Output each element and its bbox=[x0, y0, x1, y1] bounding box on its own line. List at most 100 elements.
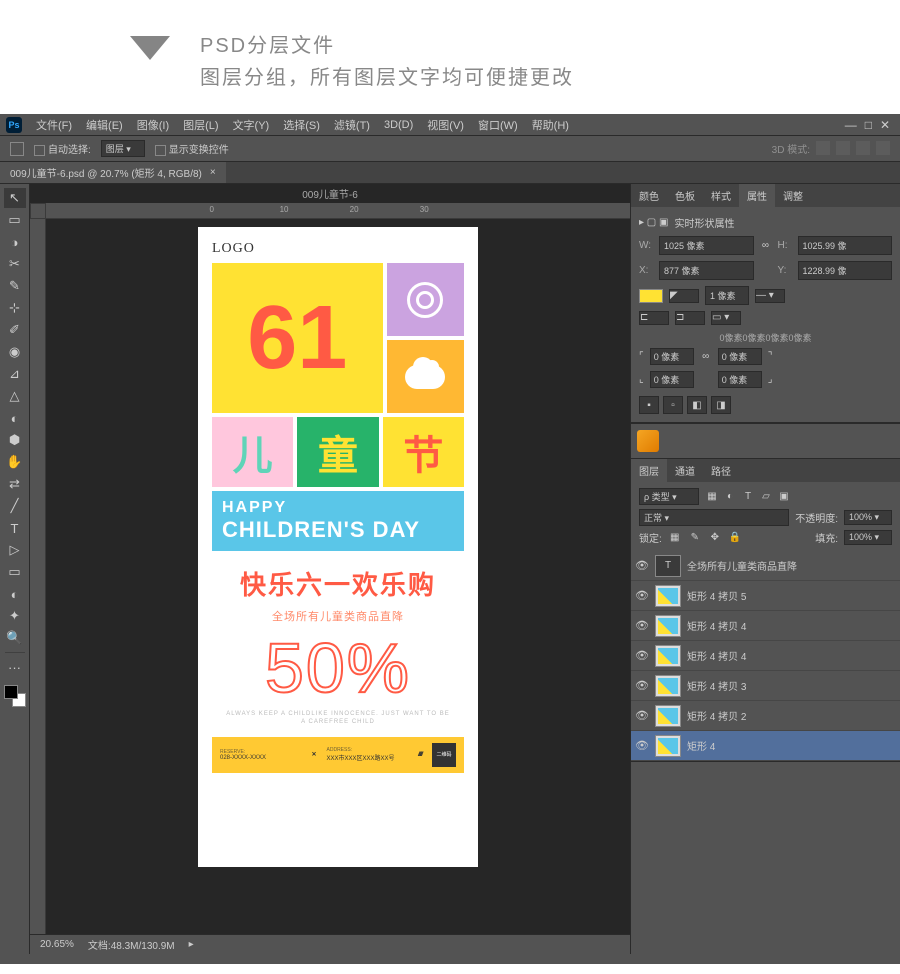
crop-tool[interactable]: ✎ bbox=[4, 276, 26, 296]
minimize-button[interactable]: — bbox=[845, 118, 857, 132]
color-swatches[interactable] bbox=[4, 685, 26, 707]
lock-all-icon[interactable]: 🔒 bbox=[728, 531, 742, 545]
show-transform-checkbox[interactable] bbox=[155, 145, 166, 156]
marquee-tool[interactable]: ▭ bbox=[4, 210, 26, 230]
auto-select-checkbox[interactable] bbox=[34, 145, 45, 156]
cap-type[interactable]: ⊏ bbox=[639, 311, 669, 325]
canvas-viewport[interactable]: LOGO 61 儿 童 bbox=[46, 219, 630, 934]
radius-bl[interactable]: 0 像素 bbox=[650, 371, 694, 388]
quick-select-tool[interactable]: ✂ bbox=[4, 254, 26, 274]
visibility-toggle[interactable]: 👁 bbox=[635, 739, 649, 752]
lasso-tool[interactable]: ◑ bbox=[4, 232, 26, 252]
radius-br[interactable]: 0 像素 bbox=[718, 371, 762, 388]
lock-pixels-icon[interactable]: ✎ bbox=[688, 531, 702, 545]
zoom-level[interactable]: 20.65% bbox=[40, 939, 74, 950]
hand-tool[interactable]: ◐ bbox=[4, 584, 26, 604]
brush-tool[interactable]: ◉ bbox=[4, 342, 26, 362]
path-select-tool[interactable]: ▷ bbox=[4, 540, 26, 560]
filter-smart-icon[interactable]: ▣ bbox=[777, 490, 791, 504]
lock-transparency-icon[interactable]: ▦ bbox=[668, 531, 682, 545]
close-tab-icon[interactable]: × bbox=[210, 167, 216, 178]
radius-tl[interactable]: 0 像素 bbox=[650, 348, 694, 365]
visibility-toggle[interactable]: 👁 bbox=[635, 649, 649, 662]
filter-pixel-icon[interactable]: ▦ bbox=[705, 490, 719, 504]
gradient-tool[interactable]: ⬢ bbox=[4, 430, 26, 450]
fg-color-swatch[interactable] bbox=[4, 685, 18, 699]
move-tool[interactable]: ↖ bbox=[4, 188, 26, 208]
filter-shape-icon[interactable]: ▱ bbox=[759, 490, 773, 504]
stroke-style-dd[interactable]: — ▾ bbox=[755, 289, 785, 303]
menu-edit[interactable]: 编辑(E) bbox=[80, 115, 129, 135]
layer-row[interactable]: 👁 矩形 4 拷贝 5 bbox=[631, 581, 900, 611]
poster-artwork[interactable]: LOGO 61 儿 童 bbox=[198, 227, 478, 867]
menu-image[interactable]: 图像(I) bbox=[131, 115, 175, 135]
menu-type[interactable]: 文字(Y) bbox=[227, 115, 276, 135]
align-icon[interactable] bbox=[856, 141, 870, 155]
menu-select[interactable]: 选择(S) bbox=[277, 115, 326, 135]
tab-paths[interactable]: 路径 bbox=[703, 459, 739, 482]
visibility-toggle[interactable]: 👁 bbox=[635, 559, 649, 572]
eraser-tool[interactable]: ◐ bbox=[4, 408, 26, 428]
stroke-color-chip[interactable]: ◤ bbox=[669, 289, 699, 303]
ruler-top[interactable]: 0 10 20 30 bbox=[46, 203, 630, 219]
path-op-4[interactable]: ◨ bbox=[711, 396, 731, 414]
align-icon[interactable] bbox=[816, 141, 830, 155]
status-arrow-icon[interactable]: ▸ bbox=[189, 939, 194, 950]
tab-color[interactable]: 颜色 bbox=[631, 184, 667, 207]
pen-tool[interactable]: ╱ bbox=[4, 496, 26, 516]
layer-row[interactable]: 👁 矩形 4 拷贝 4 bbox=[631, 611, 900, 641]
document-tab[interactable]: 009儿童节-6.psd @ 20.7% (矩形 4, RGB/8) × bbox=[0, 162, 226, 183]
path-op-2[interactable]: ▫ bbox=[663, 396, 683, 414]
opacity-field[interactable]: 100% ▾ bbox=[844, 510, 892, 525]
doc-size[interactable]: 文档:48.3M/130.9M bbox=[88, 937, 175, 952]
menu-help[interactable]: 帮助(H) bbox=[526, 115, 575, 135]
tab-styles[interactable]: 样式 bbox=[703, 184, 739, 207]
path-op-1[interactable]: ▪ bbox=[639, 396, 659, 414]
layer-row[interactable]: 👁 矩形 4 拷贝 4 bbox=[631, 641, 900, 671]
filter-type-icon[interactable]: T bbox=[741, 490, 755, 504]
filter-adj-icon[interactable]: ◐ bbox=[723, 490, 737, 504]
ruler-left[interactable] bbox=[30, 219, 46, 934]
tab-layers[interactable]: 图层 bbox=[631, 459, 667, 482]
maximize-button[interactable]: □ bbox=[865, 118, 872, 132]
corner-type[interactable]: ⊐ bbox=[675, 311, 705, 325]
path-op-3[interactable]: ◧ bbox=[687, 396, 707, 414]
menu-filter[interactable]: 滤镜(T) bbox=[328, 115, 376, 135]
menu-window[interactable]: 窗口(W) bbox=[472, 115, 524, 135]
move-tool-preset[interactable] bbox=[10, 142, 24, 156]
edit-toolbar-button[interactable]: ··· bbox=[4, 657, 26, 677]
layer-row[interactable]: 👁 T 全场所有儿童类商品直降 bbox=[631, 551, 900, 581]
stamp-tool[interactable]: ⊿ bbox=[4, 364, 26, 384]
zoom-tool[interactable]: 🔍 bbox=[4, 628, 26, 648]
blend-mode-dd[interactable]: 正常 ▾ bbox=[639, 509, 789, 526]
tab-channels[interactable]: 通道 bbox=[667, 459, 703, 482]
y-field[interactable]: 1228.99 像 bbox=[798, 261, 893, 280]
visibility-toggle[interactable]: 👁 bbox=[635, 619, 649, 632]
close-button[interactable]: ✕ bbox=[880, 118, 890, 132]
visibility-toggle[interactable]: 👁 bbox=[635, 679, 649, 692]
menu-view[interactable]: 视图(V) bbox=[421, 115, 470, 135]
tab-swatches[interactable]: 色板 bbox=[667, 184, 703, 207]
menu-file[interactable]: 文件(F) bbox=[30, 115, 78, 135]
dodge-tool[interactable]: ⇄ bbox=[4, 474, 26, 494]
healing-tool[interactable]: ✐ bbox=[4, 320, 26, 340]
rotate-view-tool[interactable]: ✦ bbox=[4, 606, 26, 626]
eyedropper-tool[interactable]: ⊹ bbox=[4, 298, 26, 318]
fill-color-chip[interactable] bbox=[639, 289, 663, 303]
link-wh-icon[interactable]: ∞ bbox=[760, 240, 772, 251]
fill-field[interactable]: 100% ▾ bbox=[844, 530, 892, 545]
layer-row[interactable]: 👁 矩形 4 拷贝 3 bbox=[631, 671, 900, 701]
align-type[interactable]: ▭ ▾ bbox=[711, 311, 741, 325]
align-icon[interactable] bbox=[836, 141, 850, 155]
tab-adjustments[interactable]: 调整 bbox=[775, 184, 811, 207]
history-brush-tool[interactable]: △ bbox=[4, 386, 26, 406]
shape-tool[interactable]: ▭ bbox=[4, 562, 26, 582]
stroke-width-field[interactable]: 1 像素 bbox=[705, 286, 749, 305]
menu-layer[interactable]: 图层(L) bbox=[177, 115, 224, 135]
auto-select-dropdown[interactable]: 图层 ▾ bbox=[101, 140, 145, 157]
tab-properties[interactable]: 属性 bbox=[739, 184, 775, 207]
visibility-toggle[interactable]: 👁 bbox=[635, 589, 649, 602]
radius-tr[interactable]: 0 像素 bbox=[718, 348, 762, 365]
height-field[interactable]: 1025.99 像 bbox=[798, 236, 893, 255]
visibility-toggle[interactable]: 👁 bbox=[635, 709, 649, 722]
